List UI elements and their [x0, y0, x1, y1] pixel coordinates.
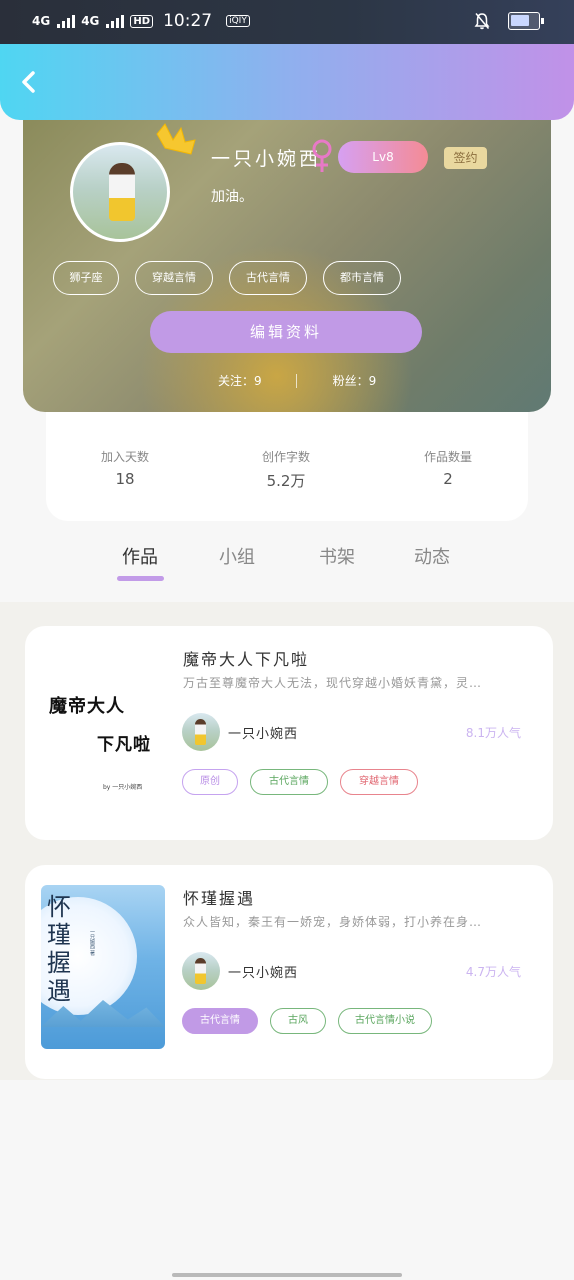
work-intro: 万古至尊魔帝大人无法，现代穿越小婚妖青黛，灵…: [183, 676, 483, 690]
work-tag[interactable]: 穿越言情: [340, 769, 418, 795]
profile-card: 一只小婉西 Lv8 签约 加油。 狮子座 穿越言情 古代言情 都市言情 编辑资料…: [23, 112, 551, 412]
profile-tag[interactable]: 穿越言情: [135, 261, 213, 295]
tab-bookshelf[interactable]: 书架: [319, 543, 355, 569]
status-left: 4G 4G HD 10:27 iQIY: [32, 11, 250, 31]
stat-word-count: 创作字数 5.2万: [226, 448, 346, 491]
signal-bars-icon: [57, 14, 76, 28]
cover-title-line-1: 魔帝大人: [49, 696, 125, 717]
stat-works-count: 作品数量 2: [388, 448, 508, 488]
status-right: [474, 12, 544, 30]
cover-title: 怀瑾握遇: [47, 893, 71, 1005]
crown-icon: [156, 123, 196, 155]
cover-title-line-2: 下凡啦: [97, 735, 151, 755]
tab-activity[interactable]: 动态: [414, 543, 450, 569]
stat-value: 2: [443, 470, 453, 488]
author-avatar: [182, 713, 220, 751]
stat-label: 作品数量: [423, 450, 472, 464]
following-count[interactable]: 关注：9: [218, 372, 262, 389]
battery-icon: [508, 12, 544, 30]
level-badge: Lv8: [338, 141, 428, 173]
tab-works[interactable]: 作品: [122, 543, 158, 569]
work-card[interactable]: 魔帝大人 下凡啦 by 一只小婉西 魔帝大人下凡啦 万古至尊魔帝大人无法，现代穿…: [25, 626, 553, 840]
edit-profile-button[interactable]: 编辑资料: [150, 311, 422, 353]
active-tab-indicator: [117, 576, 164, 581]
signal-label-2: 4G: [81, 14, 100, 28]
nickname: 一只小婉西: [211, 148, 322, 170]
female-icon: [312, 139, 332, 172]
chevron-left-icon[interactable]: [16, 68, 44, 96]
signed-author-badge: 签约: [444, 147, 487, 169]
author-name: 一只小婉西: [228, 727, 299, 742]
stat-value: 5.2万: [266, 472, 306, 490]
divider: [295, 373, 297, 388]
popularity: 4.7万人气: [465, 965, 521, 979]
cover-author: 一只婉西 著: [89, 929, 95, 956]
tab-groups[interactable]: 小组: [219, 543, 255, 569]
signal-label-1: 4G: [32, 14, 51, 28]
clock: 10:27: [163, 11, 213, 31]
status-bar: 4G 4G HD 10:27 iQIY: [0, 0, 574, 44]
stat-value: 18: [115, 470, 135, 488]
header-bar: [0, 44, 574, 120]
work-tag[interactable]: 古代言情: [250, 769, 328, 795]
work-title: 魔帝大人下凡啦: [183, 650, 310, 669]
follow-stats: 关注：9 粉丝：9: [218, 372, 376, 389]
mute-bell-icon: [474, 13, 490, 30]
profile-tag[interactable]: 狮子座: [53, 261, 119, 295]
stats-card: 加入天数 18 创作字数 5.2万 作品数量 2: [46, 404, 528, 521]
cover-author: by 一只小婉西: [103, 784, 143, 791]
bio-text: 加油。: [211, 189, 253, 205]
profile-tag[interactable]: 古代言情: [229, 261, 307, 295]
work-tag[interactable]: 古代言情小说: [338, 1008, 432, 1034]
work-tag[interactable]: 原创: [182, 769, 238, 795]
stat-label: 加入天数: [100, 450, 149, 464]
home-indicator[interactable]: [172, 1273, 402, 1277]
work-tag[interactable]: 古代言情: [182, 1008, 258, 1034]
popularity: 8.1万人气: [465, 726, 521, 740]
work-card[interactable]: 怀瑾握遇 一只婉西 著 怀瑾握遇 众人皆知，秦王有一娇宠，身娇体弱，打小养在身……: [25, 865, 553, 1079]
author-name: 一只小婉西: [228, 966, 299, 981]
work-title: 怀瑾握遇: [183, 889, 256, 908]
stat-join-days: 加入天数 18: [65, 448, 185, 488]
iqiyi-notification-icon: iQIY: [226, 15, 250, 27]
work-intro: 众人皆知，秦王有一娇宠，身娇体弱，打小养在身…: [183, 915, 483, 929]
stat-label: 创作字数: [261, 450, 310, 464]
hd-voice-icon: HD: [130, 14, 154, 28]
work-tags: 古代言情 古风 古代言情小说: [182, 1008, 432, 1034]
profile-tags: 狮子座 穿越言情 古代言情 都市言情: [53, 261, 401, 295]
author-avatar: [182, 952, 220, 990]
book-cover: 魔帝大人 下凡啦 by 一只小婉西: [41, 646, 165, 810]
work-tags: 原创 古代言情 穿越言情: [182, 769, 418, 795]
signal-bars-icon: [106, 14, 125, 28]
work-tag[interactable]: 古风: [270, 1008, 326, 1034]
book-cover: 怀瑾握遇 一只婉西 著: [41, 885, 165, 1049]
fans-count[interactable]: 粉丝：9: [333, 372, 377, 389]
profile-tag[interactable]: 都市言情: [323, 261, 401, 295]
tab-bar: 作品 小组 书架 动态: [0, 540, 574, 602]
